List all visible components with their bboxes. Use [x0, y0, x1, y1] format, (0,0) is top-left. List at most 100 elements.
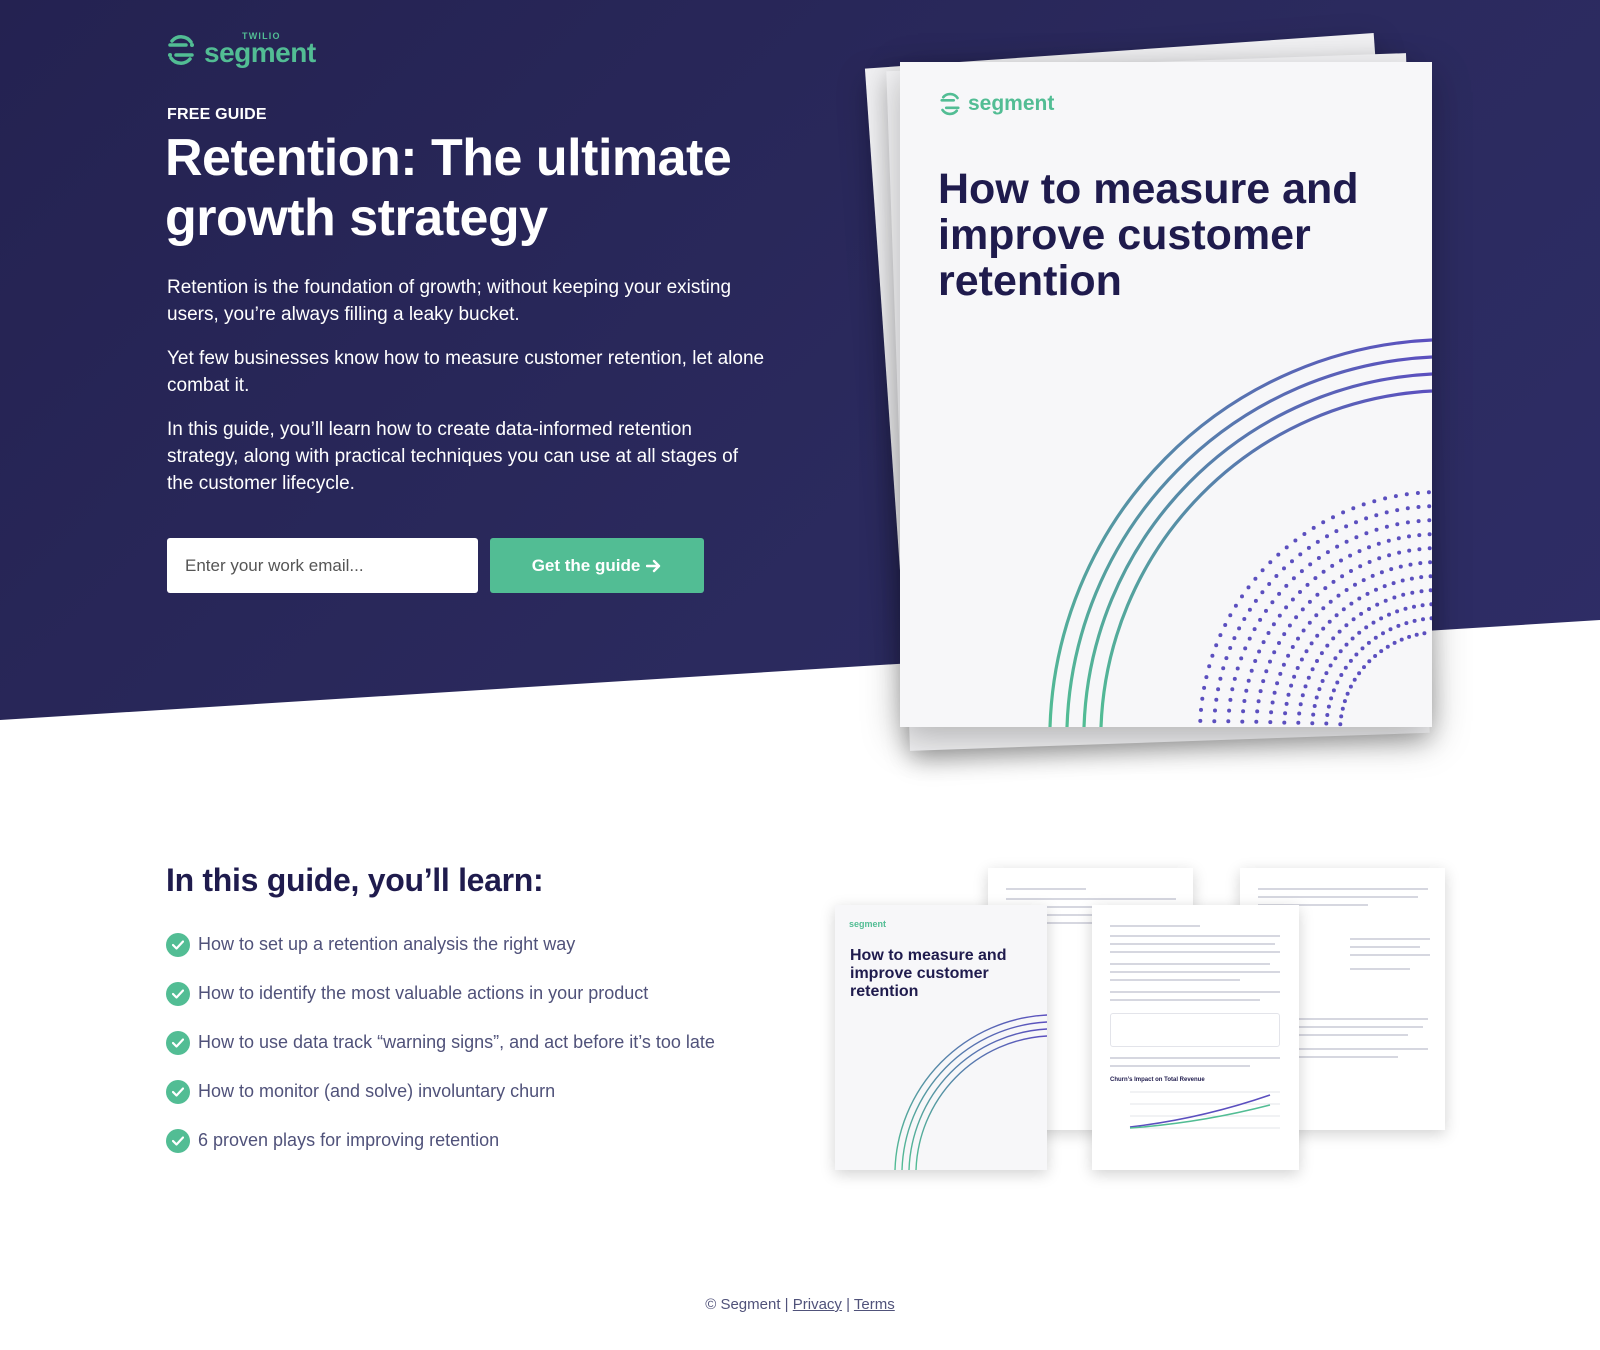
cover-dot: [1335, 680, 1340, 685]
cover-dot: [1214, 643, 1219, 648]
cover-dot: [1342, 699, 1347, 704]
cover-dot: [1350, 636, 1355, 641]
cover-dot: [1358, 564, 1363, 569]
cover-dot: [1344, 588, 1349, 592]
cover-dot: [1253, 659, 1258, 663]
cover-dot: [1241, 709, 1246, 714]
cover-dot: [1395, 522, 1400, 527]
cover-dot: [1299, 657, 1304, 662]
cover-dot: [1257, 649, 1262, 654]
cover-dot: [1335, 544, 1340, 549]
cover-dot: [1377, 556, 1382, 561]
cover-dot: [1344, 524, 1349, 529]
cover-dot: [1228, 646, 1233, 650]
cover-dot: [1367, 659, 1372, 664]
eyebrow-label: FREE GUIDE: [167, 106, 267, 123]
cover-dot: [1382, 584, 1387, 589]
cover-dot: [1354, 652, 1359, 657]
cover-dot: [1337, 629, 1342, 634]
segment-logo[interactable]: TWILIO segment: [166, 32, 316, 67]
cover-dot: [1224, 656, 1229, 661]
cover-dot: [1371, 620, 1376, 625]
segment-logo-icon: [168, 34, 194, 65]
cover-dot: [1256, 699, 1261, 704]
cover-dot: [1299, 569, 1304, 574]
cover-dot: [1405, 506, 1410, 511]
email-input[interactable]: [167, 538, 478, 593]
hero-paragraph-3: In this guide, you’ll learn how to creat…: [167, 419, 739, 494]
list-item-text: 6 proven plays for improving retention: [198, 1130, 500, 1150]
tweet-card: [1110, 1013, 1280, 1047]
get-guide-button[interactable]: Get the guide: [490, 538, 704, 593]
cover-dot: [1298, 552, 1303, 557]
cover-dot: [1387, 553, 1392, 558]
cover-dot: [1325, 643, 1330, 648]
cover-dot: [1213, 708, 1217, 713]
list-item: How to identify the most valuable action…: [166, 969, 715, 1018]
cover-dot: [1328, 599, 1333, 604]
cover-dot: [1232, 636, 1237, 641]
cover-dot: [1398, 564, 1403, 569]
cover-dot: [1389, 567, 1394, 572]
cover-dot: [1388, 627, 1393, 632]
cover-dot: [1392, 595, 1397, 600]
terms-link[interactable]: Terms: [854, 1296, 895, 1313]
cover-dot: [1336, 593, 1341, 598]
cover-dot: [1421, 617, 1425, 622]
privacy-link[interactable]: Privacy: [793, 1296, 842, 1313]
preview-chart-label: Churn’s Impact on Total Revenue: [1110, 1077, 1205, 1083]
cover-dot: [1359, 611, 1364, 616]
cover-dot: [1267, 582, 1272, 586]
cover-dot: [1286, 692, 1291, 697]
list-item: How to monitor (and solve) involuntary c…: [166, 1067, 715, 1116]
cover-dot: [1309, 641, 1314, 646]
cover-dot: [1408, 562, 1413, 567]
cover-dot: [1427, 518, 1432, 523]
cover-dot: [1313, 576, 1318, 581]
cover-dot: [1410, 590, 1415, 595]
cover-dot: [1284, 545, 1289, 550]
list-item-text: How to use data track “warning signs”, a…: [198, 1032, 715, 1052]
learn-title: In this guide, you’ll learn:: [166, 862, 544, 898]
cover-dot: [1272, 690, 1277, 695]
cover-dot: [1345, 691, 1350, 696]
cover-dot: [1296, 636, 1300, 641]
cover-dot: [1268, 720, 1273, 725]
cover-dot: [1360, 646, 1365, 651]
cover-dot: [1344, 623, 1349, 628]
cover-dot: [1282, 566, 1286, 571]
cover-dot: [1365, 591, 1370, 596]
list-item-text: How to identify the most valuable action…: [198, 983, 649, 1003]
cover-dot: [1199, 707, 1203, 712]
cover-dot: [1240, 594, 1244, 599]
cover-dot: [1315, 633, 1320, 638]
cover-dot: [1306, 675, 1311, 680]
cover-dot: [1274, 574, 1279, 578]
cover-dot: [1314, 695, 1319, 700]
cover-dot: [1221, 666, 1226, 671]
cover-dot: [1405, 520, 1410, 525]
cover-dot: [1416, 505, 1421, 509]
cover-dot: [1246, 585, 1251, 590]
cover-dot: [1375, 602, 1380, 607]
cover-dot: [1310, 721, 1315, 726]
cover-dot: [1364, 516, 1369, 521]
cover-dot: [1327, 619, 1332, 624]
cover-dot: [1284, 605, 1289, 610]
cover-dot: [1239, 656, 1244, 661]
guide-cover: segment How to measure and improve custo…: [900, 62, 1432, 727]
cover-dot: [1295, 666, 1300, 670]
cover-dot: [1314, 613, 1319, 618]
cover-dot: [1255, 709, 1260, 714]
cover-dot: [1290, 597, 1295, 602]
cover-dot: [1233, 603, 1238, 608]
cover-dot: [1331, 515, 1335, 520]
cover-dot: [1207, 664, 1212, 669]
cover-dot: [1420, 603, 1425, 608]
cover-dot: [1384, 524, 1389, 529]
cover-dot: [1302, 532, 1307, 536]
cover-dot: [1284, 701, 1289, 706]
cover-dot: [1277, 613, 1282, 618]
cover-dot: [1328, 663, 1333, 668]
cover-dot: [1315, 539, 1320, 544]
